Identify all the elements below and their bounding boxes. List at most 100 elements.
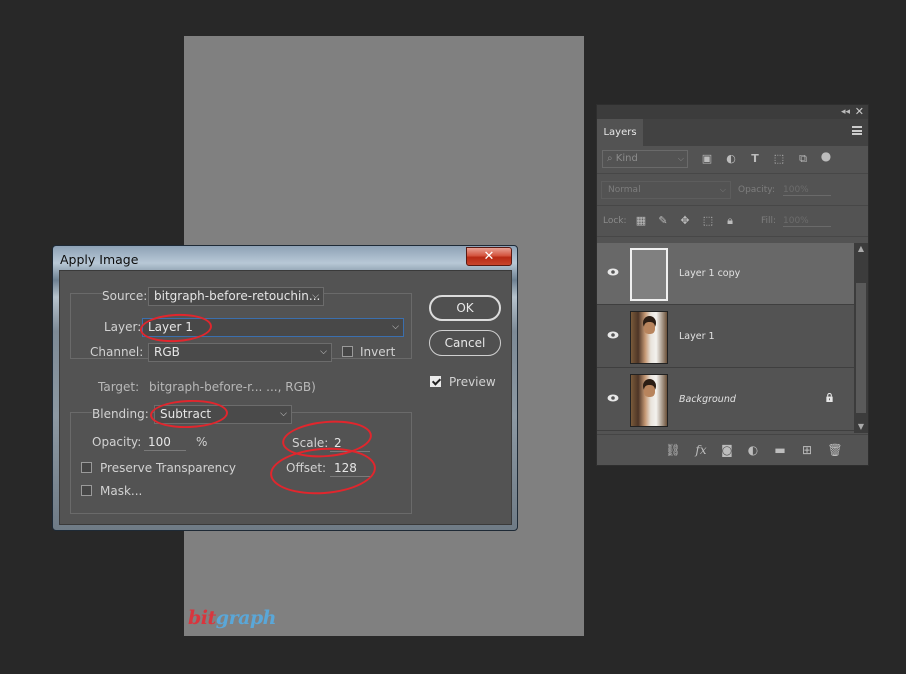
preserve-transparency-label: Preserve Transparency (100, 461, 236, 475)
divider (597, 205, 868, 206)
source-value: bitgraph-before-retouchin... (154, 289, 321, 303)
scroll-up-icon[interactable]: ▲ (854, 243, 868, 255)
ok-button[interactable]: OK (429, 295, 501, 321)
filter-row: ⌕ Kind ⌵ ▣ ◐ T ⬚ ⧉ ● (597, 146, 868, 173)
collapse-panel-icon[interactable]: ◂◂ (841, 105, 850, 119)
visibility-eye-icon[interactable] (607, 394, 619, 402)
scale-field[interactable]: 2 (330, 435, 370, 452)
channel-dropdown[interactable]: RGB ⌵ (148, 343, 332, 362)
filter-kind-dropdown[interactable]: ⌕ Kind ⌵ (602, 150, 688, 168)
layer-dropdown[interactable]: Layer 1 ⌵ (142, 318, 404, 337)
filter-kind-label: Kind (615, 153, 638, 164)
bitgraph-logo: bitgraph (188, 607, 277, 629)
chevron-down-icon: ⌵ (719, 185, 726, 194)
offset-label: Offset: (286, 461, 327, 475)
panel-tab-bar: Layers (597, 119, 868, 146)
layers-panel: ◂◂ ✕ Layers ⌕ Kind ⌵ ▣ ◐ T ⬚ ⧉ ● Normal … (596, 104, 869, 466)
smart-object-filter-icon[interactable]: ⧉ (797, 153, 809, 165)
offset-field[interactable]: 128 (330, 460, 372, 477)
layer-list-scrollbar[interactable]: ▲ ▼ (854, 243, 868, 433)
trash-icon[interactable]: 🗑︎ (827, 443, 843, 457)
close-panel-icon[interactable]: ✕ (855, 105, 864, 119)
channel-label: Channel: (90, 345, 144, 359)
opacity-field[interactable]: 100 (144, 434, 186, 451)
lock-all-icon[interactable]: 🔒︎ (723, 214, 737, 228)
target-value: bitgraph-before-r... ..., RGB) (149, 380, 316, 394)
adjustment-layer-icon[interactable]: ◐ (745, 443, 761, 457)
source-dropdown[interactable]: bitgraph-before-retouchin... ⌵ (148, 287, 324, 306)
image-filter-icon[interactable]: ▣ (701, 153, 713, 165)
invert-checkbox[interactable] (342, 346, 353, 357)
preview-checkbox[interactable] (430, 376, 441, 387)
layer-row-background[interactable]: Background (597, 369, 856, 431)
opacity-unit: % (196, 435, 208, 449)
fill-label: Fill: (761, 216, 777, 226)
dialog-body: Source: bitgraph-before-retouchin... ⌵ L… (59, 270, 512, 525)
shape-filter-icon[interactable]: ⬚ (773, 153, 785, 165)
channel-value: RGB (154, 345, 180, 359)
layer-label: Layer: (104, 320, 142, 334)
chevron-down-icon: ⌵ (677, 154, 684, 163)
chevron-down-icon: ⌵ (312, 291, 319, 301)
preview-label: Preview (449, 375, 496, 389)
invert-label: Invert (360, 345, 396, 359)
opacity-label: Opacity: (92, 435, 142, 449)
dialog-title: Apply Image (60, 252, 139, 267)
divider (597, 236, 868, 237)
mask-checkbox[interactable] (81, 485, 92, 496)
target-label: Target: (98, 380, 140, 394)
visibility-eye-icon[interactable] (607, 331, 619, 339)
layer-value: Layer 1 (148, 320, 193, 334)
layer-row-layer-1[interactable]: Layer 1 (597, 306, 856, 368)
layer-name[interactable]: Layer 1 (679, 331, 715, 342)
layer-name[interactable]: Layer 1 copy (679, 268, 740, 279)
close-button[interactable]: ✕ (466, 247, 512, 266)
lock-transparent-pixels-icon[interactable]: ▦ (634, 214, 648, 227)
blending-value: Subtract (160, 407, 212, 421)
adjustment-filter-icon[interactable]: ◐ (725, 153, 737, 165)
chevron-down-icon: ⌵ (280, 409, 287, 419)
link-layers-icon[interactable]: ⛓ (665, 443, 681, 457)
blend-mode-dropdown[interactable]: Normal ⌵ (601, 181, 731, 199)
lock-label: Lock: (603, 216, 627, 226)
layer-thumbnail (630, 311, 668, 364)
scroll-down-icon[interactable]: ▼ (854, 421, 868, 433)
fx-icon[interactable]: fx (693, 443, 709, 457)
search-icon: ⌕ (607, 153, 613, 164)
cancel-button[interactable]: Cancel (429, 330, 501, 356)
mask-label: Mask... (100, 484, 143, 498)
scrollbar-thumb[interactable] (856, 283, 866, 413)
lock-position-icon[interactable]: ✥ (678, 214, 692, 227)
blend-row: Normal ⌵ Opacity: 100% (597, 177, 868, 204)
layer-thumbnail (630, 248, 668, 301)
blending-dropdown[interactable]: Subtract ⌵ (154, 405, 292, 424)
fill-field[interactable]: 100% (783, 216, 831, 227)
group-folder-icon[interactable]: ▬ (772, 443, 788, 457)
opacity-label: Opacity: (738, 185, 775, 195)
chevron-down-icon: ⌵ (320, 347, 327, 357)
visibility-eye-icon[interactable] (607, 268, 619, 276)
tab-layers[interactable]: Layers (597, 119, 643, 146)
type-filter-icon[interactable]: T (749, 153, 761, 165)
lock-artboard-icon[interactable]: ⬚ (701, 214, 715, 227)
apply-image-dialog: Apply Image ✕ Source: bitgraph-before-re… (52, 245, 518, 531)
lock-icon (826, 393, 833, 402)
panel-title-bar[interactable]: ◂◂ ✕ (597, 105, 868, 119)
layer-name[interactable]: Background (679, 394, 736, 405)
preserve-transparency-checkbox[interactable] (81, 462, 92, 473)
new-layer-icon[interactable]: ⊞ (799, 443, 815, 457)
opacity-field[interactable]: 100% (783, 185, 831, 196)
panel-menu-icon[interactable] (852, 126, 862, 135)
divider (597, 173, 868, 174)
layer-row-layer-1-copy[interactable]: Layer 1 copy (597, 243, 856, 305)
chevron-down-icon: ⌵ (392, 322, 399, 332)
lock-row: Lock: ▦ ✎ ✥ ⬚ 🔒︎ Fill: 100% (597, 208, 868, 235)
filter-toggle-icon[interactable]: ● (820, 150, 832, 162)
layer-thumbnail (630, 374, 668, 427)
layer-list: Layer 1 copy Layer 1 Background (597, 243, 856, 433)
add-mask-icon[interactable]: ◙ (719, 443, 735, 457)
source-label: Source: (102, 289, 152, 303)
lock-image-pixels-icon[interactable]: ✎ (656, 214, 670, 227)
panel-footer: ⛓ fx ◙ ◐ ▬ ⊞ 🗑︎ (597, 434, 868, 465)
scale-label: Scale: (292, 436, 329, 450)
